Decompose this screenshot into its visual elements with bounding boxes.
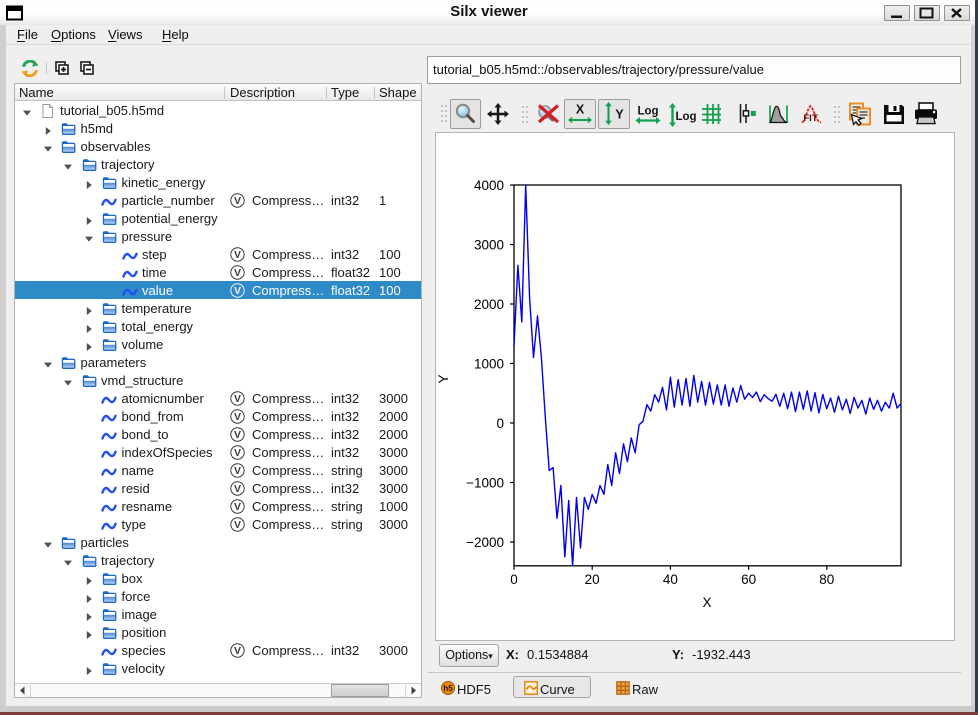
svg-text:V: V (234, 195, 241, 207)
svg-text:V: V (234, 267, 241, 279)
svg-text:V: V (234, 465, 241, 477)
svg-text:1000: 1000 (474, 356, 504, 371)
svg-text:80: 80 (819, 572, 834, 587)
svg-text:X: X (576, 103, 585, 117)
svg-text:FIT: FIT (803, 113, 817, 124)
svg-text:V: V (234, 285, 241, 297)
svg-text:20: 20 (585, 572, 600, 587)
svg-text:Y: Y (436, 374, 451, 383)
svg-text:V: V (234, 645, 241, 657)
svg-text:V: V (234, 429, 241, 441)
svg-text:0: 0 (496, 416, 504, 431)
svg-text:40: 40 (663, 572, 678, 587)
svg-text:2000: 2000 (474, 297, 504, 312)
svg-text:−2000: −2000 (466, 535, 504, 550)
svg-text:V: V (234, 483, 241, 495)
svg-text:V: V (234, 411, 241, 423)
svg-text:−1000: −1000 (466, 475, 504, 490)
svg-text:4000: 4000 (474, 178, 504, 193)
svg-text:V: V (234, 393, 241, 405)
svg-text:X: X (702, 595, 711, 610)
svg-text:Log: Log (637, 106, 658, 118)
svg-text:Log: Log (675, 111, 696, 123)
svg-text:V: V (234, 447, 241, 459)
svg-text:V: V (234, 249, 241, 261)
svg-text:V: V (234, 519, 241, 531)
svg-text:60: 60 (741, 572, 756, 587)
svg-text:3000: 3000 (474, 237, 504, 252)
svg-text:0: 0 (510, 572, 518, 587)
svg-text:h5: h5 (443, 684, 453, 693)
svg-text:Y: Y (615, 108, 624, 122)
svg-text:V: V (234, 501, 241, 513)
